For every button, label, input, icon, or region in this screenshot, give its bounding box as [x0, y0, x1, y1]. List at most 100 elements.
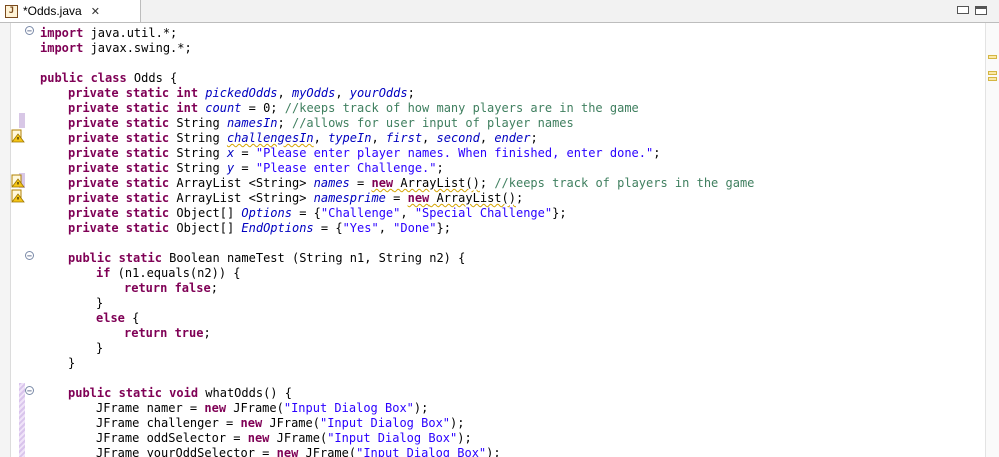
code-text: (n1.equals(n2)) {: [110, 266, 241, 280]
code-text: javax.swing.*;: [83, 41, 192, 55]
code-editor[interactable]: − − − import java.util.*; import javax.s…: [11, 23, 984, 457]
keyword: new: [240, 416, 263, 430]
code-line[interactable]: return true;: [124, 326, 211, 341]
minimize-icon[interactable]: [957, 6, 969, 14]
code-text: Odds {: [126, 71, 178, 85]
code-text: ,: [422, 131, 437, 145]
code-line[interactable]: JFrame namer = new JFrame("Input Dialog …: [96, 401, 428, 416]
field-name: second: [436, 131, 480, 145]
code-text: ;: [210, 281, 218, 295]
fold-collapse-icon[interactable]: −: [25, 386, 34, 395]
code-line[interactable]: import javax.swing.*;: [40, 41, 192, 56]
code-line[interactable]: return false;: [124, 281, 218, 296]
string-literal: "Input Dialog Box": [356, 446, 487, 457]
code-text: Object[]: [169, 206, 242, 220]
string-literal: "Challenge": [320, 206, 401, 220]
code-text: };: [552, 206, 567, 220]
code-text: ,: [371, 131, 386, 145]
keyword: private static: [68, 131, 170, 145]
code-line[interactable]: JFrame oddSelector = new JFrame("Input D…: [96, 431, 472, 446]
overview-warning-marker[interactable]: [988, 55, 997, 59]
code-line[interactable]: private static String namesIn; //allows …: [68, 116, 574, 131]
code-line[interactable]: private static int pickedOdds, myOdds, y…: [68, 86, 415, 101]
keyword: import: [40, 41, 84, 55]
code-line[interactable]: public static void whatOdds() {: [68, 386, 292, 401]
overview-ruler[interactable]: [985, 23, 999, 457]
code-line[interactable]: private static int count = 0; //keeps tr…: [68, 101, 639, 116]
string-literal: "Please enter Challenge.": [255, 161, 437, 175]
code-text: ,: [335, 86, 350, 100]
code-line[interactable]: private static String x = "Please enter …: [68, 146, 660, 161]
code-line[interactable]: public static Boolean nameTest (String n…: [68, 251, 465, 266]
code-text: ,: [277, 86, 292, 100]
keyword: new: [407, 191, 430, 205]
keyword: private static int: [68, 101, 199, 115]
code-text: ArrayList <String>: [169, 191, 314, 205]
code-line[interactable]: if (n1.equals(n2)) {: [96, 266, 241, 281]
code-text: ;: [436, 161, 444, 175]
keyword: private static int: [68, 86, 199, 100]
keyword: if: [96, 266, 111, 280]
keyword: private static: [68, 191, 170, 205]
code-text: {: [124, 311, 140, 325]
code-text: ;: [515, 191, 524, 205]
fold-collapse-icon[interactable]: −: [25, 251, 34, 260]
string-literal: "Done": [393, 221, 437, 235]
string-literal: "Input Dialog Box": [283, 401, 414, 415]
code-text: ;: [653, 146, 661, 160]
code-text: ,: [479, 131, 495, 145]
warning-icon[interactable]: [11, 173, 25, 188]
close-icon[interactable]: ✕: [91, 5, 100, 18]
overview-warning-marker[interactable]: [988, 71, 997, 75]
field-name: yourOdds: [349, 86, 408, 100]
tab-title: *Odds.java: [23, 4, 82, 18]
keyword: else: [96, 311, 125, 325]
code-text: ;: [479, 176, 495, 190]
code-text: ,: [313, 131, 329, 145]
code-line[interactable]: import java.util.*;: [40, 26, 177, 41]
code-line[interactable]: private static ArrayList <String> namesp…: [68, 191, 523, 206]
code-text: };: [436, 221, 451, 235]
code-line[interactable]: public class Odds {: [40, 71, 177, 86]
code-line[interactable]: private static Object[] EndOptions = {"Y…: [68, 221, 451, 236]
keyword: new: [204, 401, 227, 415]
code-text: ArrayList <String>: [169, 176, 314, 190]
field-name: EndOptions: [241, 221, 314, 235]
code-text: }: [96, 341, 104, 355]
keyword: public static void: [68, 386, 199, 400]
keyword: private static: [68, 116, 170, 130]
code-line[interactable]: JFrame yourOddSelector = new JFrame("Inp…: [96, 446, 501, 457]
code-text: JFrame(: [298, 446, 357, 457]
code-text: String: [169, 161, 227, 175]
keyword: private static: [68, 161, 170, 175]
tab-odds-java[interactable]: J *Odds.java ✕: [0, 0, 141, 22]
string-literal: "Input Dialog Box": [327, 431, 458, 445]
field-name: pickedOdds: [205, 86, 278, 100]
code-text: ArrayList(): [393, 176, 480, 190]
code-text: JFrame challenger =: [96, 416, 241, 430]
code-text: ;: [203, 326, 211, 340]
code-line[interactable]: private static Object[] Options = {"Chal…: [68, 206, 567, 221]
code-line[interactable]: private static ArrayList <String> names …: [68, 176, 754, 191]
code-text: = {: [291, 206, 321, 220]
field-name: names: [313, 176, 350, 190]
overview-warning-marker[interactable]: [988, 77, 997, 81]
code-line[interactable]: private static String challengesIn, type…: [68, 131, 538, 146]
code-text: =: [234, 161, 256, 175]
code-line[interactable]: private static String y = "Please enter …: [68, 161, 444, 176]
code-text: ;: [407, 86, 415, 100]
java-file-icon: J: [5, 4, 18, 18]
fold-collapse-icon[interactable]: −: [25, 26, 34, 35]
maximize-icon[interactable]: [975, 6, 987, 15]
code-line[interactable]: }: [96, 296, 103, 311]
warning-icon[interactable]: [11, 188, 25, 203]
code-line[interactable]: }: [96, 341, 103, 356]
field-name: ender: [494, 131, 531, 145]
code-text: JFrame namer =: [96, 401, 205, 415]
string-literal: "Please enter player names. When finishe…: [255, 146, 654, 160]
code-line[interactable]: JFrame challenger = new JFrame("Input Di…: [96, 416, 464, 431]
warning-icon[interactable]: [11, 128, 25, 143]
code-line[interactable]: else {: [96, 311, 139, 326]
change-marker: [19, 113, 25, 128]
code-line[interactable]: }: [68, 356, 75, 371]
